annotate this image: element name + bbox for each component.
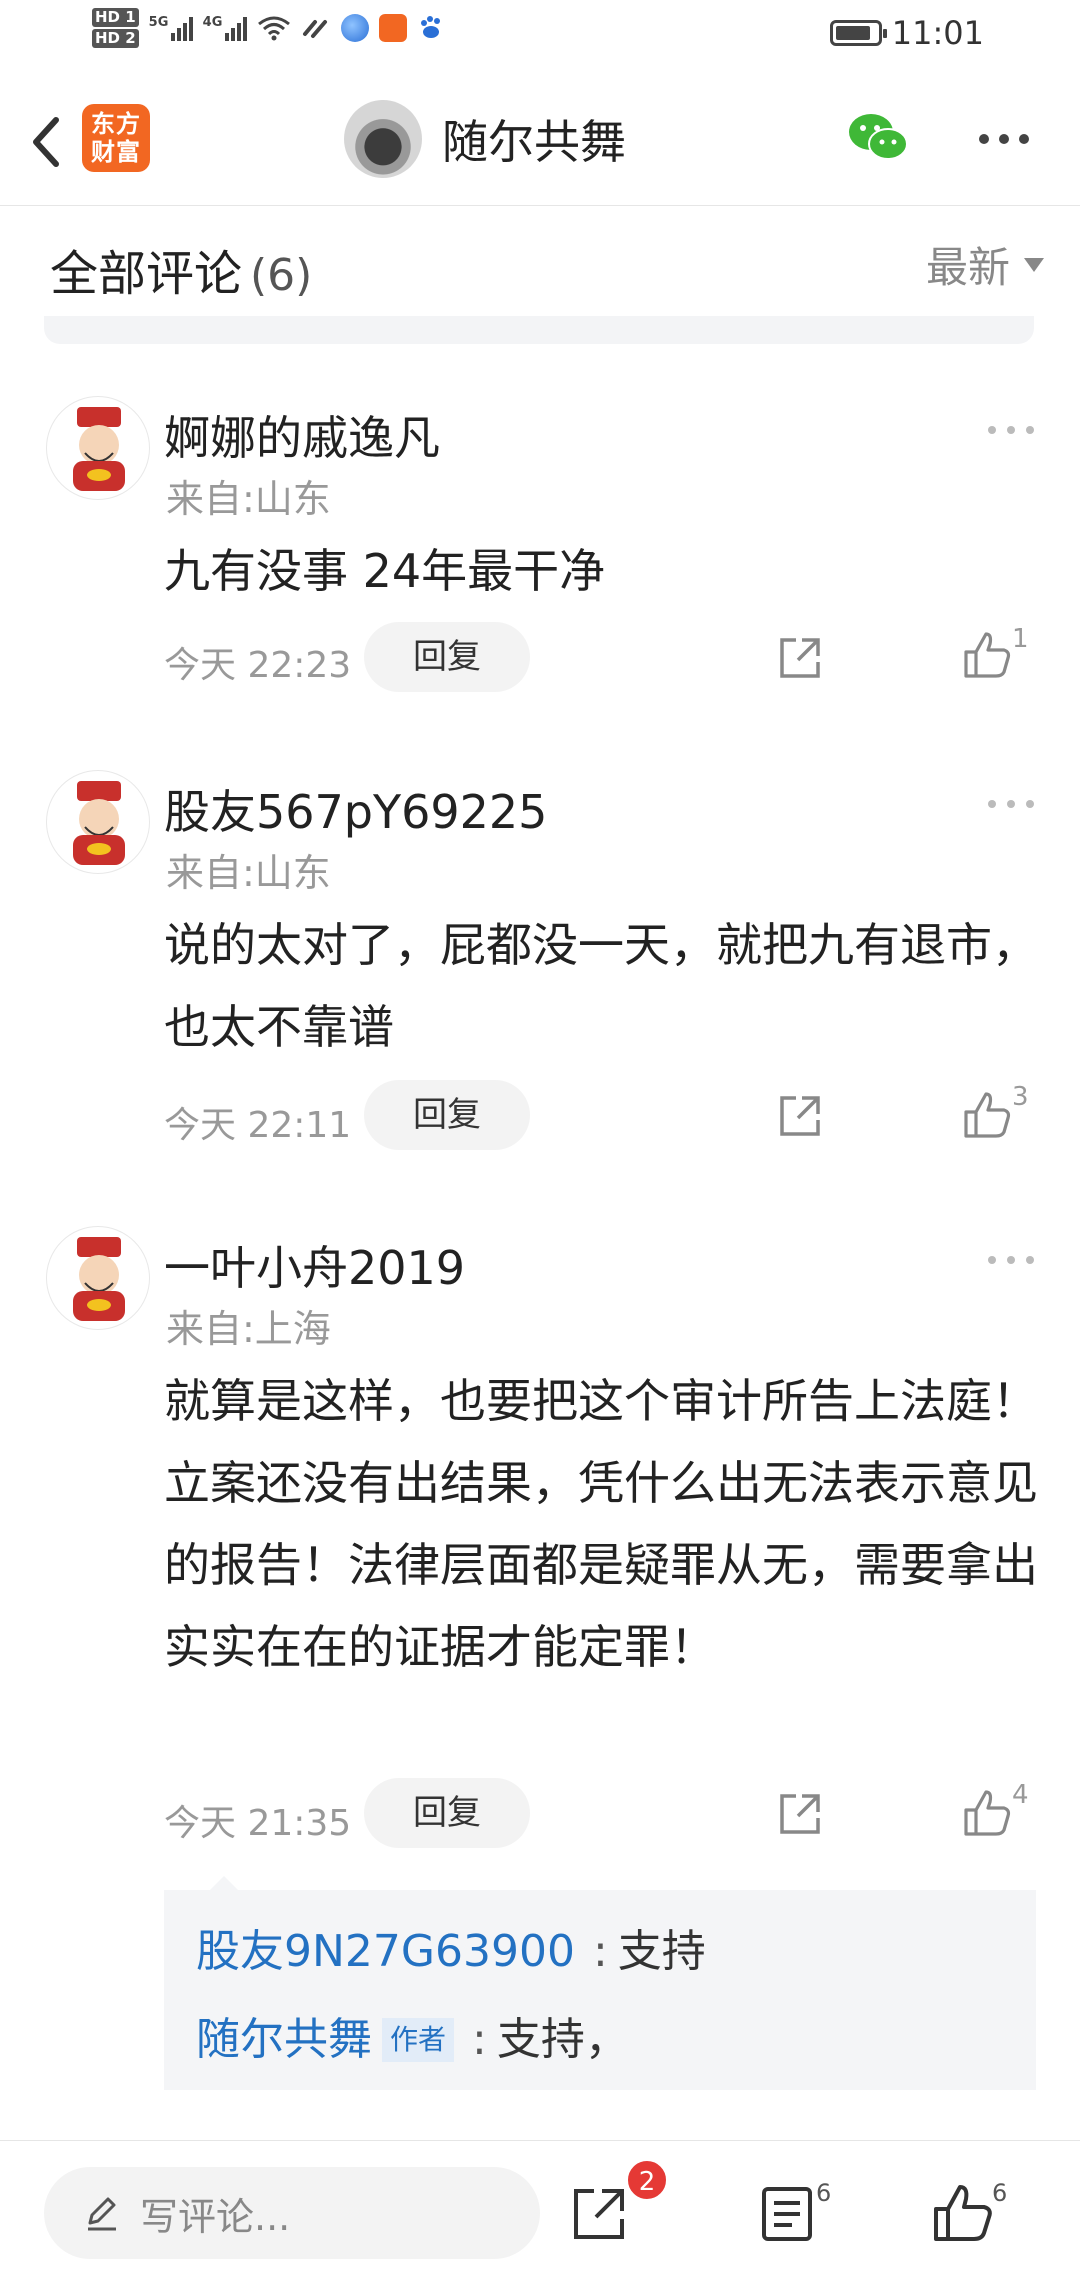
comment-input[interactable]: 写评论... xyxy=(44,2167,540,2259)
browser-app-icon xyxy=(340,14,369,42)
header-divider xyxy=(44,316,1034,344)
caishen-avatar-icon xyxy=(73,407,125,491)
commenter-name[interactable]: 婀娜的戚逸凡 xyxy=(164,402,440,468)
comment-input-placeholder[interactable]: 写评论... xyxy=(140,2186,290,2241)
reply-button[interactable]: 回复 xyxy=(364,1080,530,1150)
like-count-total: 6 xyxy=(992,2179,1008,2207)
bottom-action-bar: 写评论... 2 6 6 xyxy=(0,2140,1080,2280)
like-count: 3 xyxy=(1012,1082,1029,1112)
reply-button[interactable]: 回复 xyxy=(364,1778,530,1848)
comment-text: 说的太对了，屁都没一天，就把九有退市，也太不靠谱 xyxy=(164,918,1038,1054)
commenter-location: 来自:山东 xyxy=(166,851,331,895)
comments-list-icon[interactable] xyxy=(756,2183,818,2245)
reply-text: 支持， xyxy=(496,2014,629,2065)
comment-time: 今天 22:23 xyxy=(164,645,352,686)
dongfang-app-icon xyxy=(378,14,407,42)
commenter-location: 来自:上海 xyxy=(166,1307,331,1351)
comment-more-icon[interactable] xyxy=(986,420,1036,440)
comment-count: 6 xyxy=(816,2179,832,2207)
more-options-icon[interactable] xyxy=(974,124,1034,154)
page-title[interactable]: 随尔共舞 xyxy=(442,106,626,172)
comments-title: 全部评论 (6) xyxy=(50,246,313,302)
like-count: 4 xyxy=(1012,1780,1029,1810)
comment-time: 今天 21:35 xyxy=(164,1803,352,1844)
author-avatar[interactable] xyxy=(344,100,422,178)
comment-text: 就算是这样，也要把这个审计所告上法庭！立案还没有出结果，凭什么出无法表示意见的报… xyxy=(164,1374,1038,1674)
battery-icon xyxy=(829,20,887,46)
commenter-name[interactable]: 一叶小舟2019 xyxy=(164,1232,465,1298)
comments-count: (6) xyxy=(250,250,313,301)
signal-4g-icon: 4G xyxy=(203,15,247,41)
commenter-avatar[interactable] xyxy=(46,396,150,500)
reply-username[interactable]: 股友9N27G63900 xyxy=(196,1908,575,1996)
clock: 11:01 xyxy=(891,14,984,52)
author-badge: 作者 xyxy=(382,2018,455,2062)
like-icon[interactable] xyxy=(962,1090,1012,1140)
status-right: 11:01 xyxy=(829,14,984,52)
like-post-icon[interactable] xyxy=(932,2183,994,2245)
like-icon[interactable] xyxy=(962,630,1012,680)
dropdown-triangle-icon xyxy=(1024,257,1044,272)
status-bar: HD 1 HD 2 5G 4G 11:01 xyxy=(0,0,1080,70)
sort-dropdown[interactable]: 最新 xyxy=(926,234,1044,295)
top-nav: 东方财富 随尔共舞 xyxy=(0,80,1080,206)
baidu-paw-icon xyxy=(420,16,440,38)
author-info[interactable]: 随尔共舞 xyxy=(344,100,626,178)
back-arrow-icon[interactable] xyxy=(22,106,68,178)
signal-5g-icon: 5G xyxy=(149,15,193,41)
hd1-indicator: HD 1 xyxy=(92,8,139,27)
reply-item[interactable]: 随尔共舞 作者 : 支持， xyxy=(196,1996,1004,2084)
status-indicators: HD 1 HD 2 5G 4G xyxy=(92,8,445,48)
wechat-share-icon[interactable] xyxy=(846,110,910,166)
reply-button[interactable]: 回复 xyxy=(364,622,530,692)
like-count: 1 xyxy=(1012,624,1029,654)
comment-more-icon[interactable] xyxy=(986,794,1036,814)
pencil-icon xyxy=(88,2197,116,2231)
reply-item[interactable]: 股友9N27G63900 : 支持 xyxy=(196,1908,1004,1996)
caishen-avatar-icon xyxy=(73,781,125,865)
reply-username[interactable]: 随尔共舞 xyxy=(196,1996,372,2084)
comment-more-icon[interactable] xyxy=(986,1250,1036,1270)
hd2-indicator: HD 2 xyxy=(92,29,139,48)
link-icon xyxy=(302,20,327,38)
wifi-icon xyxy=(257,16,290,41)
comment-text: 九有没事 24年最干净 xyxy=(164,544,606,598)
app-logo[interactable]: 东方财富 xyxy=(82,104,150,172)
share-icon[interactable] xyxy=(776,1790,824,1838)
comments-header: 全部评论 (6) 最新 xyxy=(0,206,1080,316)
share-badge: 2 xyxy=(626,2159,668,2201)
share-post-icon[interactable] xyxy=(568,2183,630,2245)
caishen-avatar-icon xyxy=(73,1237,125,1321)
commenter-avatar[interactable] xyxy=(46,770,150,874)
commenter-name[interactable]: 股友567pY69225 xyxy=(164,776,547,842)
share-icon[interactable] xyxy=(776,634,824,682)
comment-time: 今天 22:11 xyxy=(164,1105,352,1146)
like-icon[interactable] xyxy=(962,1788,1012,1838)
reply-thread: 股友9N27G63900 : 支持 随尔共舞 作者 : 支持， xyxy=(164,1876,1036,2090)
commenter-avatar[interactable] xyxy=(46,1226,150,1330)
hd-indicators: HD 1 HD 2 xyxy=(92,8,139,48)
reply-text: 支持 xyxy=(617,1926,706,1977)
share-icon[interactable] xyxy=(776,1092,824,1140)
commenter-location: 来自:山东 xyxy=(166,477,331,521)
